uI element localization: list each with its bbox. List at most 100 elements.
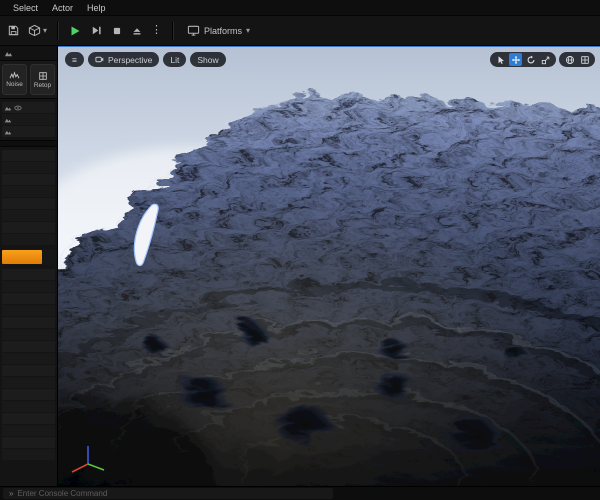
platforms-dropdown[interactable]: Platforms ▾ [181, 21, 256, 40]
eject-icon [133, 27, 141, 35]
scale-tool-button[interactable] [539, 53, 552, 66]
hamburger-menu-icon: ≡ [72, 54, 77, 65]
toolbar-divider [57, 21, 59, 40]
lit-label: Lit [170, 54, 180, 65]
stop-button[interactable] [109, 23, 125, 39]
move-icon [511, 55, 520, 64]
viewport-options-button[interactable]: ≡ [65, 52, 84, 67]
world-space-toggle[interactable] [563, 53, 576, 66]
play-button[interactable] [66, 22, 84, 40]
menu-bar: Select Actor Help [0, 0, 600, 16]
select-tool-button[interactable] [494, 53, 507, 66]
list-item[interactable] [2, 389, 55, 400]
play-icon [71, 26, 80, 35]
cursor-icon [498, 55, 504, 64]
list-item[interactable] [2, 162, 55, 173]
show-label: Show [197, 54, 219, 65]
landscape-icon [4, 51, 13, 56]
eject-button[interactable] [129, 23, 145, 39]
stop-icon [113, 27, 121, 34]
list-item[interactable] [2, 377, 55, 388]
list-item[interactable] [2, 305, 55, 316]
kebab-menu-icon: ⋮ [151, 24, 163, 36]
list-item[interactable] [2, 365, 55, 376]
menu-actor[interactable]: Actor [45, 1, 80, 15]
rotate-icon [527, 55, 534, 63]
list-item[interactable] [2, 126, 55, 137]
skip-frame-button[interactable] [88, 22, 105, 39]
list-item[interactable] [2, 437, 55, 448]
viewport-toolbar-right [490, 52, 595, 67]
list-item[interactable] [2, 174, 55, 185]
rotate-tool-button[interactable] [524, 53, 537, 66]
perspective-dropdown[interactable]: Perspective [87, 52, 160, 67]
menu-select[interactable]: Select [6, 1, 45, 15]
platforms-label: Platforms [204, 25, 243, 36]
terrain-item-icon [4, 106, 12, 110]
tool-list-a [0, 99, 57, 140]
selected-list-item[interactable] [2, 249, 55, 265]
left-tool-panel: Noise Retop [0, 46, 58, 486]
orange-selection-swatch [2, 250, 42, 264]
list-item[interactable] [2, 281, 55, 292]
sculpt-tool-buttons: Noise Retop [0, 61, 57, 99]
console-prompt-icon: » [9, 488, 14, 498]
tool-list-c [0, 266, 57, 463]
list-item[interactable] [2, 198, 55, 209]
list-item[interactable] [2, 341, 55, 352]
list-item[interactable] [2, 413, 55, 424]
list-item[interactable] [2, 102, 55, 113]
lit-dropdown[interactable]: Lit [163, 52, 187, 67]
skip-icon [92, 26, 101, 35]
list-item[interactable] [2, 401, 55, 412]
list-item[interactable] [2, 353, 55, 364]
tool-retop-button[interactable]: Retop [30, 64, 55, 95]
platforms-monitor-icon [187, 25, 200, 36]
viewport-axis-gizmo[interactable] [66, 442, 106, 474]
grid-snap-icon [580, 55, 589, 64]
scale-icon [541, 56, 549, 64]
list-item[interactable] [2, 114, 55, 125]
list-item[interactable] [2, 293, 55, 304]
noise-icon [9, 71, 20, 79]
select-mode-dropdown[interactable]: ▾ [26, 22, 49, 39]
tool-noise-button[interactable]: Noise [2, 64, 27, 95]
list-item[interactable] [2, 222, 55, 233]
viewport-render[interactable] [58, 47, 600, 486]
snapping-tools-group [559, 52, 595, 67]
list-item[interactable] [2, 425, 55, 436]
terrain-item-icon [4, 118, 12, 122]
move-tool-button[interactable] [509, 53, 522, 66]
main-toolbar: ▾ ⋮ Platforms ▾ [0, 16, 600, 46]
menu-help[interactable]: Help [80, 1, 113, 15]
show-dropdown[interactable]: Show [190, 52, 226, 67]
console-command-bar[interactable]: » [3, 488, 333, 499]
perspective-label: Perspective [107, 54, 153, 65]
list-item[interactable] [2, 210, 55, 221]
list-item[interactable] [2, 449, 55, 460]
transform-tools-group [490, 52, 556, 67]
grid-snap-toggle[interactable] [578, 53, 591, 66]
tool-list-b [0, 147, 57, 248]
play-options-kebab-menu[interactable]: ⋮ [149, 23, 164, 38]
globe-icon [565, 55, 574, 64]
list-item[interactable] [2, 186, 55, 197]
eye-icon [14, 105, 22, 110]
list-item[interactable] [2, 234, 55, 245]
panel-header [0, 46, 57, 61]
y-axis [87, 463, 105, 471]
status-bar: » [0, 486, 600, 500]
camera-icon [95, 56, 104, 63]
list-item[interactable] [2, 329, 55, 340]
level-viewport[interactable]: ≡ Perspective Lit Show [58, 46, 600, 486]
viewport-toolbar-left: ≡ Perspective Lit Show [65, 52, 226, 67]
list-item[interactable] [2, 317, 55, 328]
terrain-item-icon [4, 130, 12, 134]
save-button[interactable] [5, 22, 22, 39]
list-item[interactable] [2, 269, 55, 280]
save-icon [8, 25, 19, 36]
panel-divider [0, 140, 57, 147]
retopologize-icon [38, 71, 47, 80]
list-item[interactable] [2, 150, 55, 161]
console-command-input[interactable] [17, 489, 327, 498]
